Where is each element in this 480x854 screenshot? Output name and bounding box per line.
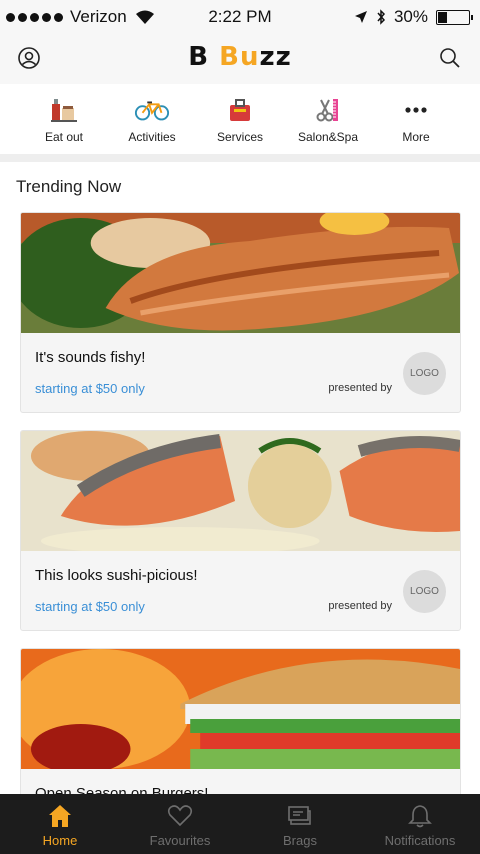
presented-by-label: presented by [328,600,392,612]
category-label: Activities [128,130,176,144]
category-more[interactable]: More [372,84,460,154]
more-dots-icon [398,96,434,124]
deal-card[interactable]: It's sounds fishy! starting at $50 only … [20,212,461,413]
battery-level [438,11,447,23]
logo-b: B [188,42,220,72]
category-salon-spa[interactable]: Salon&Spa [284,84,372,154]
category-services[interactable]: Services [196,84,284,154]
home-icon [49,805,71,827]
card-body: This looks sushi-picious! starting at $5… [21,551,460,630]
category-eat-out[interactable]: Eat out [20,84,108,154]
tab-notifications[interactable]: Notifications [360,794,480,854]
status-bar: Verizon 2:22 PM 30% [0,0,480,34]
card-title: It's sounds fishy! [35,349,146,366]
salmon-potatoes-image [21,431,460,551]
tab-brags[interactable]: Brags [240,794,360,854]
card-title: This looks sushi-picious! [35,567,198,584]
tickets-icon [288,806,311,825]
deal-card[interactable]: This looks sushi-picious! starting at $5… [20,430,461,631]
category-label: Eat out [44,130,84,144]
bluetooth-icon [377,9,385,25]
category-label: More [402,130,430,144]
toolbox-icon [222,96,258,124]
battery-icon [436,9,473,25]
bell-icon [408,805,432,828]
tab-label: Brags [283,833,317,848]
sponsor-logo[interactable]: LOGO [403,570,446,613]
tab-label: Notifications [384,833,456,848]
salmon-image [21,213,460,333]
burger-image [21,649,460,769]
logo-bu: Bu [219,42,260,72]
sponsor-logo[interactable]: LOGO [403,352,446,395]
location-arrow-icon [354,11,367,23]
category-activities[interactable]: Activities [108,84,196,154]
card-price-link[interactable]: starting at $50 only [35,599,145,614]
category-label: Salon&Spa [297,130,359,144]
battery-percent: 30% [393,7,428,26]
app-header: B Buzz [0,34,480,84]
tab-favourites[interactable]: Favourites [120,794,240,854]
scissors-comb-icon [310,96,346,124]
bottom-tab-bar: Home Favourites Brags Notifications [0,794,480,854]
heart-icon [167,805,193,827]
tab-label: Favourites [149,833,211,848]
presented-by-label: presented by [328,382,392,394]
logo-zz: zz [259,42,292,72]
status-right: 30% [354,7,473,27]
section-title: Trending Now [16,177,122,196]
food-icon [46,96,82,124]
app-logo: B Buzz [0,42,480,72]
category-bar: Eat out Activities Services Salon&Spa Mo… [0,84,480,162]
search-icon[interactable] [438,46,462,70]
tab-home[interactable]: Home [0,794,120,854]
category-label: Services [216,130,263,144]
bicycle-icon [134,96,170,124]
card-price-link[interactable]: starting at $50 only [35,381,145,396]
card-body: It's sounds fishy! starting at $50 only … [21,333,460,412]
tab-label: Home [42,833,78,848]
